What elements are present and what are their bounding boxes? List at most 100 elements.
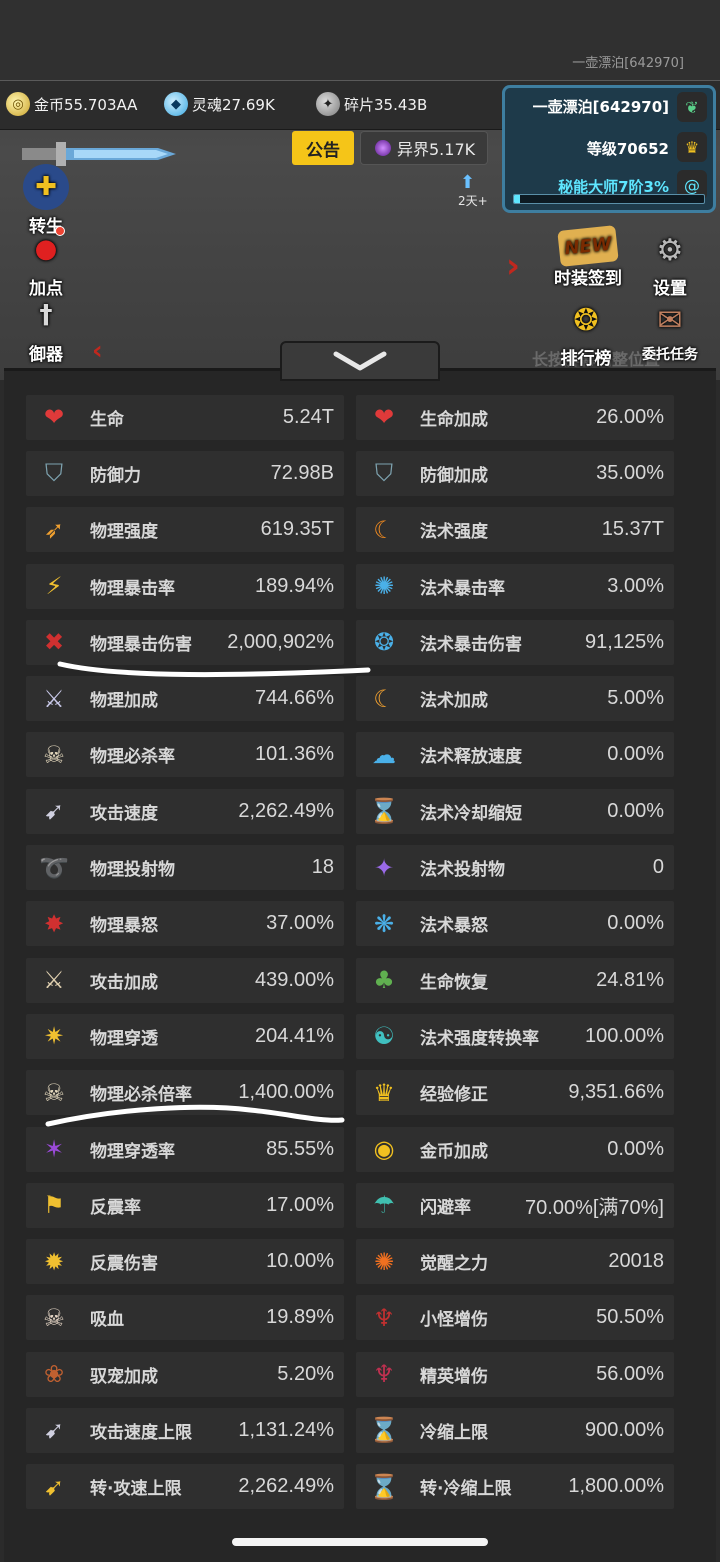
stat-label: 物理穿透率 [90,1141,175,1162]
stat-cell: ✺ 法术暴击率 3.00% [356,563,674,609]
home-indicator[interactable] [232,1538,488,1546]
stat-label: 防御力 [90,465,141,486]
attack-speed-icon: ➹ [43,797,65,826]
dodge-icon: ☂ [373,1191,395,1220]
realm-button[interactable]: 异界5.17K [360,131,488,165]
points-button[interactable]: ● 加点 [16,226,76,299]
crown-icon: ♛ [373,1078,395,1107]
stat-row: ✷ 物理穿透 204.41% ☯ 法术强度转换率 100.00% [26,1008,698,1064]
stat-value: 17.00% [266,1193,334,1216]
stat-value: 3.00% [607,574,664,597]
stat-cell: ❀ 驭宠加成 5.20% [26,1351,344,1397]
stat-value: 20018 [608,1250,664,1273]
settings-button[interactable]: ⚙ 设置 [620,226,720,300]
hourglass-icon: ⌛ [369,797,399,826]
awaken-icon: ✺ [373,1247,395,1276]
gear-icon: ⚙ [656,232,684,268]
stat-value: 2,000,902% [227,630,334,653]
stat-label: 物理强度 [90,522,158,543]
artifact-button[interactable]: † 御器 [16,292,76,365]
stat-cell: ⛉ 防御力 72.98B [26,450,344,496]
stat-label: 法术加成 [420,691,488,712]
stat-value: 5.24T [282,405,334,428]
soul-resource: ◆ 灵魂27.69K [164,92,275,116]
stat-cell: ◉ 金币加成 0.00% [356,1126,674,1172]
artifact-label: 御器 [29,345,63,365]
collapse-arrow-icon[interactable]: ‹ [92,336,103,366]
chevron-down-icon [333,351,387,371]
skull-icon: ☠ [43,740,65,769]
stat-cell: ☠ 物理必杀率 101.36% [26,732,344,778]
stat-label: 法术强度转换率 [420,1028,539,1049]
collapse-panel-button[interactable] [280,341,440,381]
rebirth-cooldown-cap-icon: ⌛ [369,1472,399,1501]
stat-label: 物理投射物 [90,860,175,881]
realm-label: 异界5.17K [397,140,476,159]
cooldown-cap-icon: ⌛ [369,1416,399,1445]
lifesteal-icon: ☠ [43,1303,65,1332]
stat-label: 物理暴怒 [90,916,158,937]
penetration-icon: ✷ [43,1022,65,1051]
rebirth-attack-speed-cap-icon: ➹ [43,1472,65,1501]
stat-cell: ♣ 生命恢复 24.81% [356,957,674,1003]
stats-panel: ❤ 生命 5.24T ❤ 生命加成 26.00% ⛉ 防御力 72.98B ⛉ 防御加成 35.00%… [4,368,716,1562]
days-icon: ⬆ [460,172,476,193]
stat-row: ❀ 驭宠加成 5.20% ♆ 精英增伤 56.00% [26,1346,698,1402]
expand-arrow-icon[interactable]: › [506,246,520,286]
stat-label: 经验修正 [420,1085,488,1106]
stat-cell: ✸ 物理暴怒 37.00% [26,901,344,947]
stat-cell: ☂ 闪避率 70.00%[满70%] [356,1182,674,1228]
stat-row: ❤ 生命 5.24T ❤ 生命加成 26.00% [26,389,698,445]
stat-value: 439.00% [255,968,334,991]
stat-row: ⚔ 攻击加成 439.00% ♣ 生命恢复 24.81% [26,952,698,1008]
blood-drop-icon: ● [23,226,69,272]
stat-cell: ♛ 经验修正 9,351.66% [356,1070,674,1116]
stat-label: 转·攻速上限 [90,1479,182,1500]
stat-value: 9,351.66% [568,1081,664,1104]
commission-button[interactable]: ✉ 委托任务 [620,296,720,364]
shield-plus-icon: ⛉ [375,459,393,488]
stat-value: 0.00% [607,743,664,766]
stat-cell: ➶ 物理强度 619.35T [26,507,344,553]
shard-icon: ✦ [316,92,340,116]
stat-value: 56.00% [596,1362,664,1385]
spell-crit-damage-icon: ❂ [373,628,395,657]
stat-label: 金币加成 [420,1141,488,1162]
stat-label: 攻击速度上限 [90,1422,192,1443]
stat-label: 生命 [90,409,124,430]
stat-label: 冷缩上限 [420,1422,488,1443]
stat-value: 50.50% [596,1306,664,1329]
shard-label: 碎片35.43B [344,95,428,114]
stat-label: 驭宠加成 [90,1366,158,1387]
stat-cell: ⌛ 法术冷却缩短 0.00% [356,788,674,834]
stat-cell: ⚡ 物理暴击率 189.94% [26,563,344,609]
stat-cell: ☠ 物理必杀倍率 1,400.00% [26,1070,344,1116]
stat-cell: ☾ 法术强度 15.37T [356,507,674,553]
stat-label: 防御加成 [420,465,488,486]
elite-demon-icon: ♆ [373,1360,395,1389]
stat-label: 物理穿透 [90,1028,158,1049]
game-scene: 一壶漂泊[642970] ◎ 金币55.703AA ◆ 灵魂27.69K ✦ 碎… [0,0,720,380]
stat-value: 2,262.49% [238,1475,334,1498]
sprout-icon: ♣ [373,966,395,995]
stat-cell: ✺ 觉醒之力 20018 [356,1239,674,1285]
stat-label: 反震率 [90,1197,141,1218]
reflect-icon: ⚑ [43,1191,65,1220]
stat-value: 5.20% [277,1362,334,1385]
stat-label: 生命加成 [420,409,488,430]
stat-label: 物理暴击伤害 [90,634,192,655]
stat-value: 18 [311,856,334,879]
stat-label: 攻击加成 [90,972,158,993]
stats-grid: ❤ 生命 5.24T ❤ 生命加成 26.00% ⛉ 防御力 72.98B ⛉ 防御加成 35.00%… [26,389,698,1515]
days-label: 2天+ [458,194,488,208]
stat-label: 物理必杀率 [90,747,175,768]
notice-button[interactable]: 公告 [292,131,354,165]
stat-value: 1,131.24% [238,1418,334,1441]
crown-icon: ♛ [677,132,707,162]
fashion-signin-label: 时装签到 [554,269,622,289]
spell-rage-icon: ❋ [373,909,395,938]
reflect-damage-icon: ✹ [43,1247,65,1276]
stat-label: 反震伤害 [90,1254,158,1275]
stat-value: 0.00% [607,912,664,935]
player-panel[interactable]: 一壶漂泊[642970] ❦ 等级70652 ♛ 秘能大师7阶3% @ [502,85,716,213]
